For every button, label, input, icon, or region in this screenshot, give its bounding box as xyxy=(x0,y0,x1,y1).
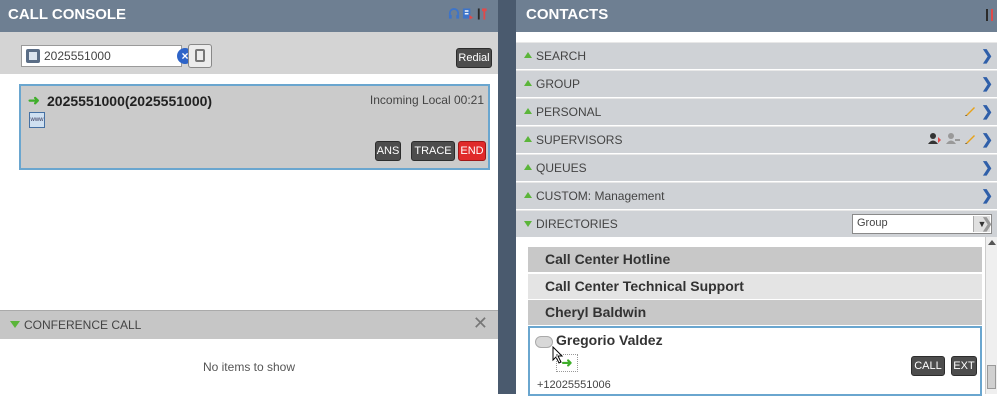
conference-call-header[interactable]: CONFERENCE CALL ✕ xyxy=(0,310,498,339)
close-icon[interactable]: ✕ xyxy=(473,313,488,334)
expand-triangle-icon xyxy=(524,108,532,114)
dial-toolbar: 2025551000 × Redial xyxy=(0,32,498,74)
chevron-right-icon[interactable]: ❯ xyxy=(981,131,993,148)
contacts-panel: CONTACTS SEARCH ❯ GROUP ❯ PERSONAL ❯ SUP… xyxy=(498,0,997,396)
section-search[interactable]: SEARCH ❯ xyxy=(516,42,997,69)
chevron-right-icon[interactable]: ❯ xyxy=(981,159,993,176)
section-directories[interactable]: DIRECTORIES Group ▼ ❯ xyxy=(516,210,997,237)
tools-icon[interactable] xyxy=(476,7,488,21)
conference-call-label: CONFERENCE CALL xyxy=(24,318,142,332)
directory-entry[interactable]: Call Center Technical Support xyxy=(528,274,982,299)
active-call-card[interactable]: ➜ 2025551000(2025551000) Incoming Local … xyxy=(19,84,490,170)
call-log-icon[interactable] xyxy=(462,7,474,21)
dial-phone-button[interactable] xyxy=(188,44,212,68)
edit-pencil-icon[interactable] xyxy=(964,104,977,117)
section-directories-label: DIRECTORIES xyxy=(536,217,618,231)
web-page-icon[interactable]: www xyxy=(29,112,45,128)
call-status: Incoming Local 00:21 xyxy=(369,93,484,107)
call-number: 2025551000(2025551000) xyxy=(47,93,213,109)
dial-field[interactable]: 2025551000 × xyxy=(21,45,193,67)
section-supervisors[interactable]: SUPERVISORS ❯ xyxy=(516,126,997,153)
vertical-scrollbar[interactable] xyxy=(985,237,997,394)
headset-icon[interactable] xyxy=(448,7,460,21)
section-search-label: SEARCH xyxy=(536,49,587,63)
call-console-title: CALL CONSOLE xyxy=(8,6,127,23)
contacts-header: CONTACTS xyxy=(516,0,997,32)
directory-entry[interactable]: Call Center Hotline xyxy=(528,247,982,272)
expand-triangle-icon xyxy=(524,192,532,198)
scroll-up-icon[interactable] xyxy=(988,240,996,245)
panel-divider[interactable] xyxy=(498,0,516,394)
redial-button[interactable]: Redial xyxy=(456,48,492,68)
section-queues-label: QUEUES xyxy=(536,161,587,175)
chevron-right-icon[interactable]: ❯ xyxy=(981,47,993,64)
section-group-label: GROUP xyxy=(536,77,581,91)
expand-triangle-icon xyxy=(524,80,532,86)
section-custom-label: CUSTOM: Management xyxy=(536,189,665,203)
directory-filter-value: Group xyxy=(857,217,888,229)
end-call-button[interactable]: END xyxy=(458,141,486,161)
add-supervisor-icon[interactable] xyxy=(928,132,942,145)
section-personal[interactable]: PERSONAL ❯ xyxy=(516,98,997,125)
section-supervisors-label: SUPERVISORS xyxy=(536,133,623,147)
ext-button[interactable]: EXT xyxy=(951,356,977,376)
collapse-triangle-icon xyxy=(524,221,532,227)
chevron-right-icon[interactable]: ❯ xyxy=(981,215,993,232)
edit-pencil-icon[interactable] xyxy=(964,132,977,145)
expand-triangle-icon xyxy=(524,164,532,170)
chevron-right-icon[interactable]: ❯ xyxy=(981,75,993,92)
chat-bubble-icon xyxy=(535,336,553,348)
remove-supervisor-icon[interactable] xyxy=(946,132,960,145)
contact-phone: +12025551006 xyxy=(537,379,611,391)
directory-book-icon[interactable] xyxy=(26,49,40,63)
chevron-right-icon[interactable]: ❯ xyxy=(981,187,993,204)
directory-filter-select[interactable]: Group ▼ xyxy=(852,214,992,234)
section-personal-label: PERSONAL xyxy=(536,105,602,119)
expand-triangle-icon xyxy=(524,52,532,58)
call-console-panel: CALL CONSOLE 2025551000 × Redial ➜ 20255… xyxy=(0,0,498,394)
scroll-thumb[interactable] xyxy=(987,365,996,389)
incoming-arrow-icon: ➜ xyxy=(28,92,40,108)
contacts-title: CONTACTS xyxy=(526,6,609,23)
transfer-arrow-icon[interactable]: ➜ xyxy=(556,354,578,372)
directory-list: Call Center Hotline Call Center Technica… xyxy=(516,237,997,396)
dial-input-value[interactable]: 2025551000 xyxy=(44,49,111,63)
answer-button[interactable]: ANS xyxy=(375,141,401,161)
section-queues[interactable]: QUEUES ❯ xyxy=(516,154,997,181)
contact-name: Gregorio Valdez xyxy=(556,332,663,348)
call-button[interactable]: CALL xyxy=(911,356,945,376)
section-group[interactable]: GROUP ❯ xyxy=(516,70,997,97)
section-custom-management[interactable]: CUSTOM: Management ❯ xyxy=(516,182,997,209)
trace-button[interactable]: TRACE xyxy=(411,141,455,161)
tools-icon[interactable] xyxy=(985,8,995,22)
call-console-header: CALL CONSOLE xyxy=(0,0,498,32)
expand-triangle-icon xyxy=(524,136,532,142)
chevron-right-icon[interactable]: ❯ xyxy=(981,103,993,120)
collapse-triangle-icon[interactable] xyxy=(10,321,20,328)
conference-empty-text: No items to show xyxy=(202,360,296,374)
directory-entry[interactable]: Cheryl Baldwin xyxy=(528,300,982,325)
selected-contact-card[interactable]: Gregorio Valdez ➜ +12025551006 CALL EXT xyxy=(528,326,982,396)
